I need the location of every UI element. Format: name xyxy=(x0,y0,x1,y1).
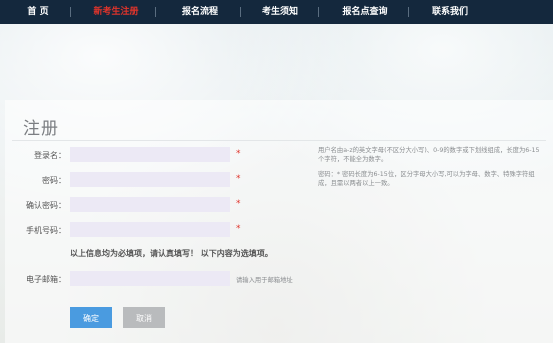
nav-divider xyxy=(408,7,409,17)
password-hint: 密码：* 密码长度为6-15位，区分字母大小写,可以为字母、数字、特殊字符组成，… xyxy=(318,171,535,187)
nav-divider xyxy=(155,7,156,17)
login-name-hint: 用户名由a-z的英文字母(不区分大小写)、0-9的数字或下划线组成，长度为6-1… xyxy=(318,147,540,163)
top-navigation: 首 页 新考生注册 报名流程 考生须知 报名点查询 联系我们 xyxy=(0,0,553,24)
required-mark: * xyxy=(236,174,241,184)
required-mark: * xyxy=(236,149,241,159)
phone-input[interactable] xyxy=(70,222,230,237)
title-divider xyxy=(12,140,546,141)
nav-new-registration[interactable]: 新考生注册 xyxy=(93,0,138,24)
cancel-button[interactable]: 取消 xyxy=(123,307,165,328)
required-mark: * xyxy=(236,224,241,234)
nav-contact-us[interactable]: 联系我们 xyxy=(432,0,468,24)
confirm-password-label: 确认密码： xyxy=(26,201,66,210)
password-input[interactable] xyxy=(70,172,230,187)
login-name-label: 登录名： xyxy=(34,151,66,160)
nav-candidate-notice[interactable]: 考生须知 xyxy=(262,0,298,24)
nav-site-query[interactable]: 报名点查询 xyxy=(342,0,387,24)
page-title: 注册 xyxy=(23,119,59,139)
phone-label: 手机号码： xyxy=(26,226,66,235)
required-notice: 以上信息均为必填项，请认真填写！ 以下内容为选填项。 xyxy=(70,249,273,258)
nav-divider xyxy=(240,7,241,17)
password-label: 密码： xyxy=(42,176,66,185)
nav-divider xyxy=(70,7,71,17)
confirm-password-input[interactable] xyxy=(70,197,230,212)
nav-divider xyxy=(318,7,319,17)
login-name-input[interactable] xyxy=(70,147,230,162)
email-hint: 请输入用于邮箱地址 xyxy=(236,277,293,284)
email-label: 电子邮箱： xyxy=(26,275,66,284)
email-input[interactable] xyxy=(70,271,230,286)
required-mark: * xyxy=(236,199,241,209)
nav-home[interactable]: 首 页 xyxy=(27,0,48,24)
nav-registration-process[interactable]: 报名流程 xyxy=(182,0,218,24)
confirm-button[interactable]: 确定 xyxy=(70,307,112,328)
